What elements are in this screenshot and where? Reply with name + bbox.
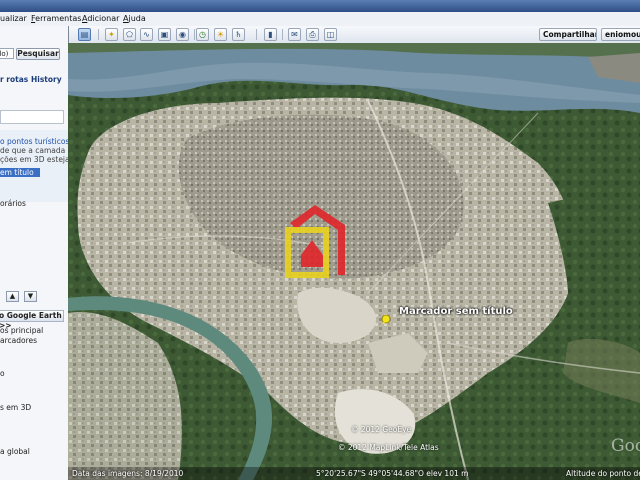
places-item-note: de que a camada <box>0 146 66 155</box>
menu-item-add[interactable]: Adicionar <box>82 14 119 23</box>
sidebar-toggle-icon[interactable]: ▤ <box>78 28 91 41</box>
user-dropdown[interactable]: eniomour <box>601 28 640 41</box>
placemark-label[interactable]: Marcador sem título <box>399 306 513 317</box>
move-down-button[interactable]: ▼ <box>24 291 37 302</box>
share-dropdown-label: Compartilhar <box>543 30 597 39</box>
menu-item-tools-rest: erramentas <box>35 14 82 23</box>
layer-item[interactable]: arcadores <box>0 336 37 345</box>
menu-item-help-rest: juda <box>128 14 146 23</box>
layers-panel-header[interactable]: o Google Earth >> <box>0 310 64 330</box>
add-path-icon[interactable]: ∿ <box>140 28 153 41</box>
places-panel-header <box>0 110 64 124</box>
earth-3d-view[interactable]: Goo Marcador sem título © 2012 GeoEye © … <box>68 43 640 480</box>
tab-directions[interactable]: r rotas <box>0 75 28 84</box>
places-item[interactable]: orários <box>0 199 26 208</box>
places-item[interactable]: o pontos turísticos <box>0 137 68 146</box>
add-placemark-icon[interactable]: ✦ <box>105 28 118 41</box>
search-input[interactable]: ulo) <box>0 48 14 59</box>
menu-item-help[interactable]: Ajuda <box>123 14 146 23</box>
layer-item[interactable]: o <box>0 369 5 378</box>
layer-item[interactable]: a global <box>0 447 30 456</box>
toolbar-separator <box>256 29 257 40</box>
historical-imagery-icon[interactable]: ◷ <box>196 28 209 41</box>
satellite-imagery: Goo <box>68 43 640 480</box>
sunlight-icon[interactable]: ☀ <box>214 28 227 41</box>
view-in-maps-icon[interactable]: ◫ <box>324 28 337 41</box>
places-item-note: ções em 3D esteja <box>0 155 69 164</box>
toolbar: ▤ ✦ ⬠ ∿ ▣ ◉ ◷ ☀ ♄ ▮ ✉ ⎙ ◫ Compartilhar ▾… <box>68 26 640 44</box>
toolbar-separator <box>282 29 283 40</box>
print-icon[interactable]: ⎙ <box>306 28 319 41</box>
email-icon[interactable]: ✉ <box>288 28 301 41</box>
toolbar-separator <box>98 29 99 40</box>
ruler-icon[interactable]: ▮ <box>264 28 277 41</box>
arrow-up-icon: ▲ <box>9 292 16 300</box>
menu-item-view[interactable]: ualizar <box>0 14 27 23</box>
add-polygon-icon[interactable]: ⬠ <box>123 28 136 41</box>
image-date-text: Data das imagens: 8/19/2010 <box>72 469 184 478</box>
google-logo-watermark: Goo <box>611 436 640 456</box>
share-dropdown[interactable]: Compartilhar ▾ <box>539 28 597 41</box>
image-overlay-icon[interactable]: ▣ <box>158 28 171 41</box>
eye-altitude-text: Altitude do ponto de <box>566 469 640 478</box>
switch-to-sky-icon[interactable]: ♄ <box>232 28 245 41</box>
move-up-button[interactable]: ▲ <box>6 291 19 302</box>
user-dropdown-label: eniomour <box>605 30 640 39</box>
tab-history[interactable]: History <box>31 75 62 84</box>
record-tour-icon[interactable]: ◉ <box>176 28 189 41</box>
layer-item[interactable]: s em 3D <box>0 403 31 412</box>
menu-item-tools[interactable]: Ferramentas <box>31 14 81 23</box>
toolbar-separator <box>194 29 195 40</box>
layer-item[interactable]: os principal <box>0 326 43 335</box>
copyright-geoeye: © 2012 GeoEye <box>351 425 412 434</box>
window-title-bar <box>0 0 640 12</box>
copyright-maplink: © 2012 MapLink/Tele Atlas <box>338 443 439 452</box>
menu-bar: ualizar Ferramentas Adicionar Ajuda <box>0 12 640 27</box>
coordinates-readout: 5°20'25.67"S 49°05'44.68"O elev 101 m <box>316 469 469 478</box>
sidebar: ulo) Pesquisar r rotas History o pontos … <box>0 26 69 480</box>
places-item-selected[interactable]: em título <box>0 168 40 177</box>
search-button[interactable]: Pesquisar <box>16 48 60 60</box>
layers-header-label: o Google Earth <box>0 311 62 320</box>
arrow-down-icon: ▼ <box>27 292 34 300</box>
menu-item-add-rest: dicionar <box>87 14 120 23</box>
